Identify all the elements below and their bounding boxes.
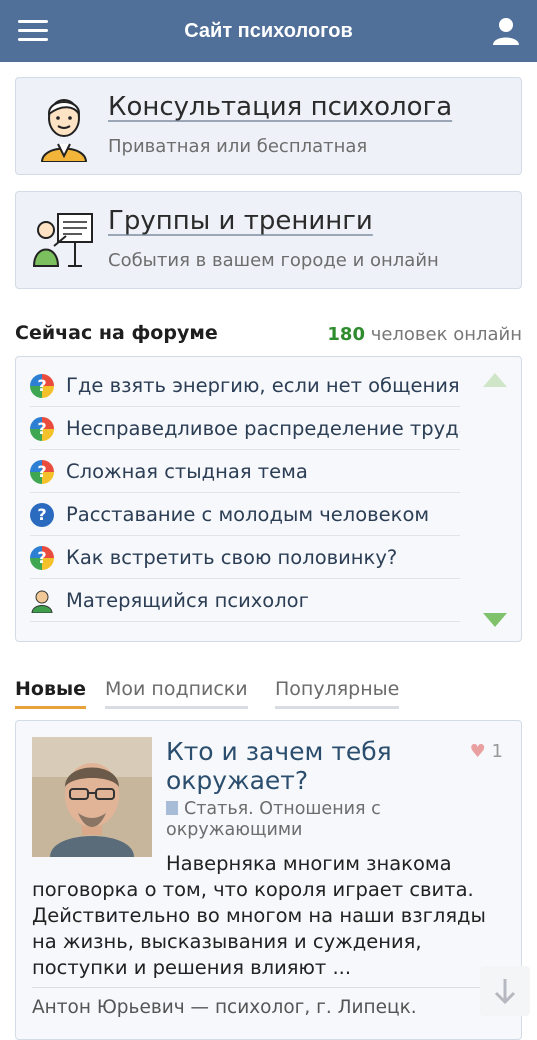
forum-topic-title: Сложная стыдная тема (66, 460, 308, 483)
forum-topic-title: Как встретить свою половинку? (66, 546, 398, 569)
user-icon[interactable] (491, 16, 521, 46)
tab-popular[interactable]: Популярные (275, 678, 400, 709)
forum-topic[interactable]: ? Расставание с молодым человеком (30, 494, 460, 536)
forum-topic-title: Несправедливое распределение труда (66, 417, 460, 440)
forum-topic[interactable]: Матерящийся психолог (30, 580, 460, 622)
online-label: человек онлайн (370, 324, 522, 345)
card-title[interactable]: Группы и тренинги (108, 206, 373, 236)
divider (32, 987, 506, 988)
scroll-up-arrow-icon[interactable] (483, 373, 507, 387)
article-excerpt-first-line: Наверняка многим знакома (166, 852, 452, 875)
multicolor-question-icon: ? (30, 416, 54, 441)
card-subtitle: События в вашем городе и онлайн (108, 250, 439, 271)
article-meta: Статья. Отношения с окружающими (166, 799, 466, 841)
person-icon (31, 590, 53, 613)
author-photo[interactable] (32, 737, 152, 857)
multicolor-question-icon: ? (30, 373, 54, 398)
like-count: 1 (491, 741, 503, 762)
card-title[interactable]: Консультация психолога (108, 92, 452, 122)
online-count: 180 (327, 324, 365, 345)
article-card[interactable]: Кто и зачем тебя окружает? ♥ 1 Статья. О… (15, 720, 522, 1040)
document-icon (166, 801, 178, 815)
heart-icon: ♥ (469, 741, 486, 762)
article-category: Статья. Отношения с окружающими (166, 799, 381, 840)
site-title: Сайт психологов (184, 19, 353, 42)
scroll-down-arrow-icon[interactable] (483, 613, 507, 627)
article-title[interactable]: Кто и зачем тебя окружает? (166, 737, 466, 795)
online-counter: 180 человек онлайн (327, 324, 522, 345)
consultation-card[interactable]: Консультация психолога Приватная или бес… (15, 77, 522, 175)
psychologist-illustration-icon (40, 99, 88, 162)
scroll-down-button[interactable] (480, 966, 530, 1016)
tab-new[interactable]: Новые (15, 678, 87, 709)
forum-topic[interactable]: ? Как встретить свою половинку? (30, 537, 460, 579)
forum-topic[interactable]: ? Сложная стыдная тема (30, 451, 460, 493)
forum-topic[interactable]: ? Где взять энергию, если нет общения (30, 365, 460, 407)
card-subtitle: Приватная или бесплатная (108, 136, 368, 157)
hamburger-menu-icon[interactable] (18, 20, 48, 42)
forum-section-title: Сейчас на форуме (15, 322, 218, 344)
groups-card[interactable]: Группы и тренинги События в вашем городе… (15, 191, 522, 289)
article-author[interactable]: Антон Юрьевич — психолог, г. Липецк. (32, 997, 417, 1018)
forum-topic-title: Матерящийся психолог (66, 589, 309, 612)
down-arrow-icon (494, 979, 516, 1005)
forum-list: ? Где взять энергию, если нет общения ? … (15, 356, 522, 642)
multicolor-question-icon: ? (30, 459, 54, 484)
forum-topic[interactable]: ? Несправедливое распределение труда (30, 408, 460, 450)
top-bar: Сайт психологов (0, 0, 537, 62)
multicolor-question-icon: ? (30, 545, 54, 570)
tab-subscriptions[interactable]: Мои подписки (105, 678, 248, 709)
forum-topic-title: Расставание с молодым человеком (66, 503, 430, 526)
article-excerpt: поговорка о том, что короля играет свита… (32, 878, 486, 979)
trainer-illustration-icon (32, 213, 93, 267)
like-counter[interactable]: ♥ 1 (470, 741, 503, 762)
blue-question-icon: ? (30, 502, 54, 527)
forum-topic-title: Где взять энергию, если нет общения (66, 374, 460, 397)
